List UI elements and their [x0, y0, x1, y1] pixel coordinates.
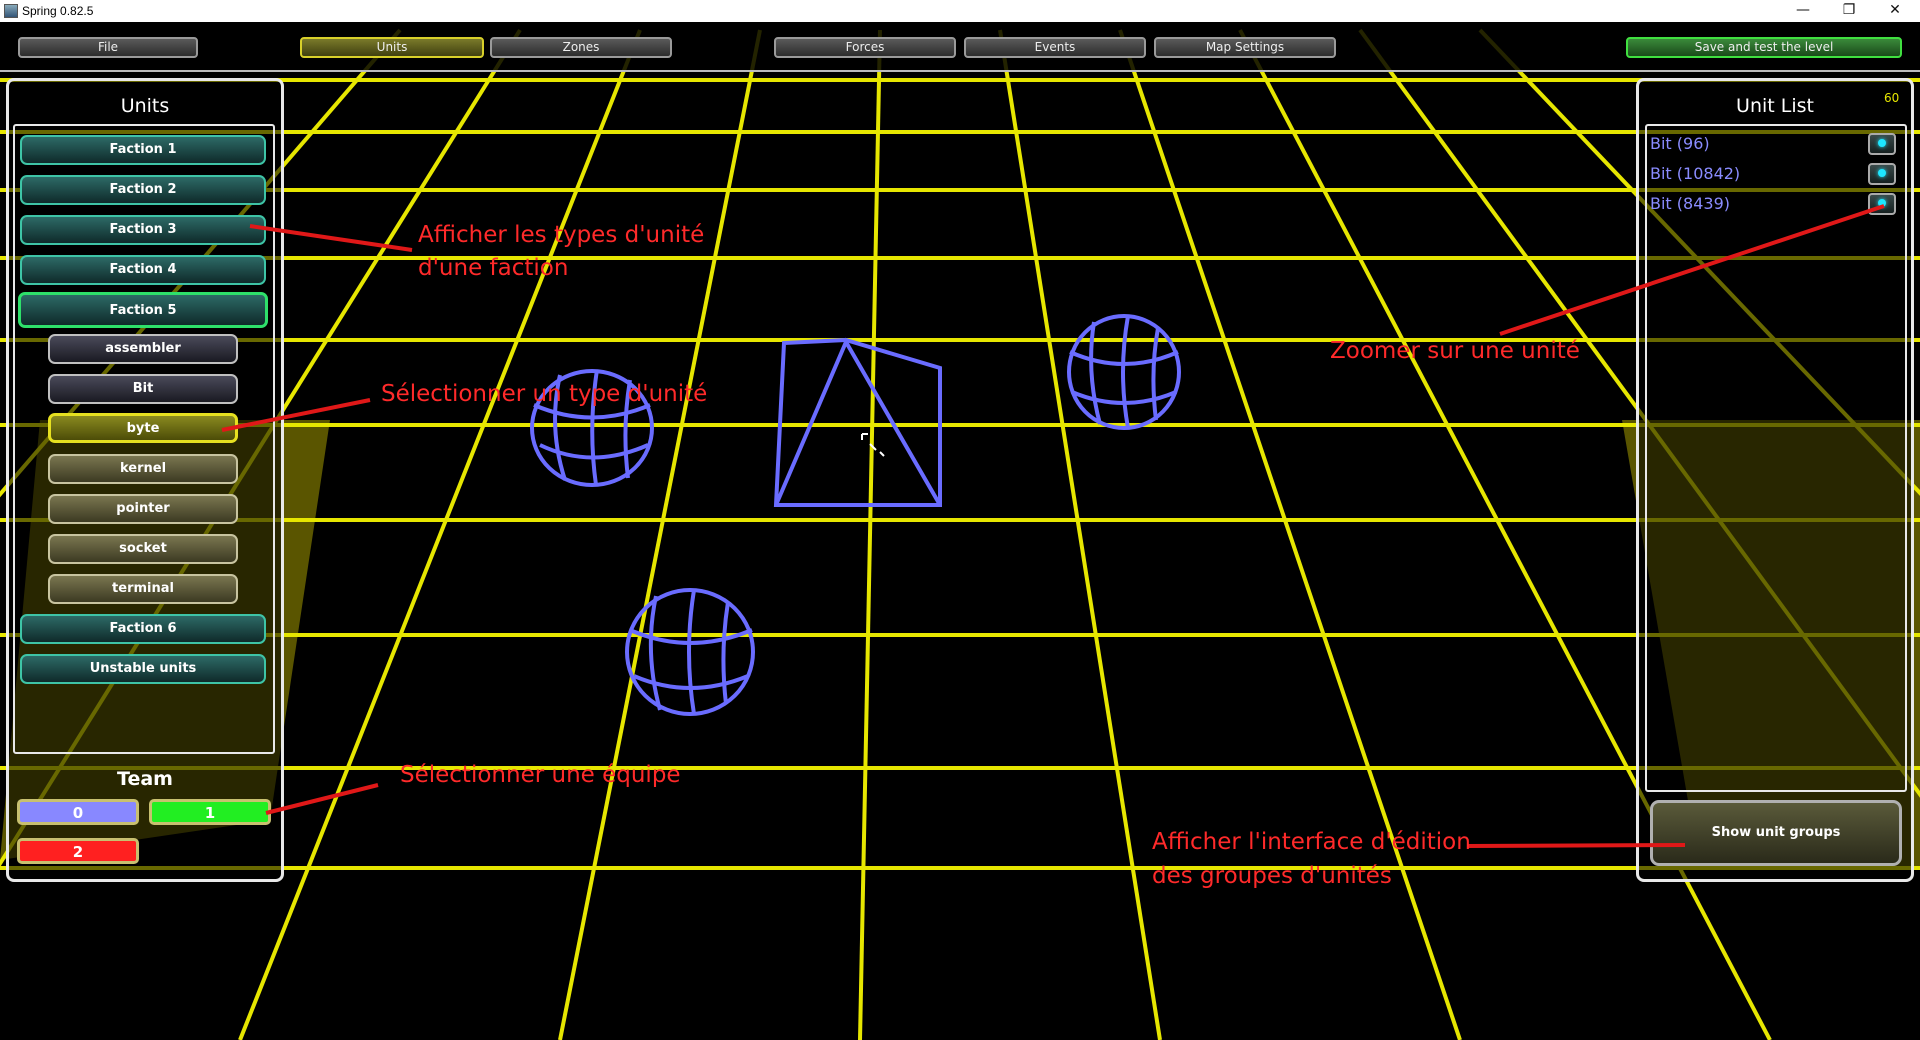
annotation-unit-type: Sélectionner un type d'unité	[381, 381, 708, 407]
annotation-faction-line1: Afficher les types d'unité	[418, 222, 705, 248]
annotation-zoom: Zoomer sur une unité	[1330, 338, 1580, 364]
annotation-groups-line1: Afficher l'interface d'édition	[1152, 829, 1471, 855]
annotation-faction-line2: d'une faction	[418, 255, 569, 281]
annotation-lines	[221, 204, 1885, 848]
annotation-groups-line2: des groupes d'unités	[1152, 863, 1392, 889]
annotation-team: Sélectionner une équipe	[400, 762, 681, 788]
